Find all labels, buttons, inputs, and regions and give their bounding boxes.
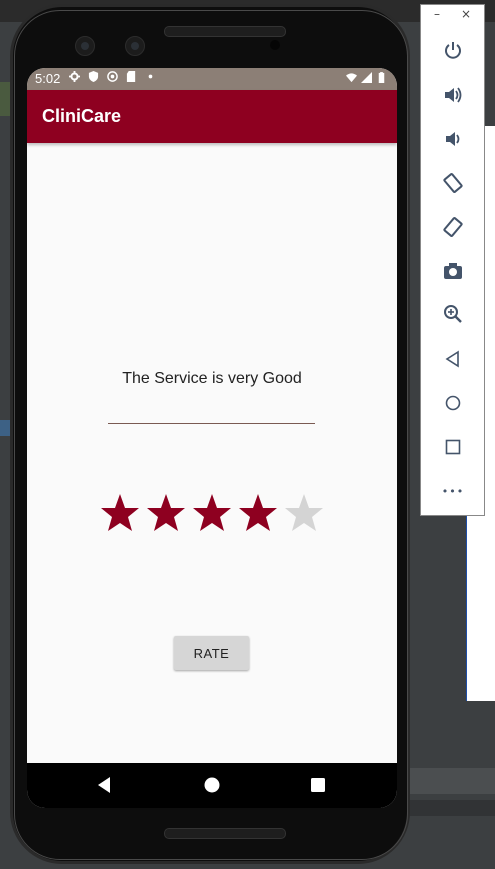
sync-icon [107, 71, 118, 82]
status-time: 5:02 [35, 71, 61, 86]
status-bar: 5:02 [27, 68, 397, 90]
wifi-icon [346, 73, 357, 83]
emu-back-button[interactable] [441, 347, 465, 371]
zoom-icon [444, 305, 462, 323]
volume-down-button[interactable] [441, 127, 465, 151]
emu-home-button[interactable] [441, 391, 465, 415]
proximity-sensor [270, 40, 280, 50]
home-icon[interactable] [203, 776, 221, 794]
star-rating-bar[interactable] [100, 493, 324, 533]
star-empty-icon[interactable] [284, 493, 324, 533]
ide-left-marker-green [0, 82, 10, 116]
back-icon [445, 350, 459, 368]
recents-icon[interactable] [310, 776, 326, 794]
emu-overview-button[interactable] [441, 435, 465, 459]
front-camera [75, 36, 95, 56]
home-icon [445, 395, 461, 411]
star-filled-icon[interactable] [238, 493, 278, 533]
zoom-button[interactable] [441, 302, 465, 326]
feedback-input-underline[interactable] [108, 423, 315, 424]
rotate-left-icon [443, 173, 463, 193]
earpiece-speaker [164, 26, 286, 37]
screenshot-button[interactable] [441, 259, 465, 283]
volume-down-icon [446, 132, 460, 146]
power-icon [445, 42, 461, 59]
overview-icon [445, 439, 461, 455]
emulator-toolbar: – × ••• [420, 4, 485, 516]
volume-up-icon [445, 87, 462, 103]
battery-icon [378, 72, 385, 83]
rate-button[interactable]: RATE [174, 636, 249, 670]
navigation-bar [27, 763, 397, 808]
star-filled-icon[interactable] [146, 493, 186, 533]
notification-dot-icon [148, 74, 153, 79]
minimize-button[interactable]: – [434, 7, 440, 21]
back-icon[interactable] [96, 776, 112, 794]
close-button[interactable]: × [461, 7, 471, 21]
rotate-right-icon [443, 217, 463, 237]
volume-up-button[interactable] [441, 83, 465, 107]
star-filled-icon[interactable] [192, 493, 232, 533]
rating-message: The Service is very Good [122, 370, 302, 387]
app-title: CliniCare [42, 106, 122, 126]
more-icon[interactable]: ••• [441, 479, 465, 503]
power-button[interactable] [441, 38, 465, 62]
rotate-left-button[interactable] [441, 171, 465, 195]
screenshot-icon [444, 263, 462, 279]
star-filled-icon[interactable] [100, 493, 140, 533]
settings-icon [69, 71, 80, 82]
shield-icon [88, 71, 99, 82]
ide-left-marker [0, 420, 10, 436]
sd-card-icon [126, 71, 136, 82]
phone-screen: 5:02 CliniCare The Service is very Good … [27, 68, 397, 808]
signal-icon [361, 72, 372, 83]
front-sensor [125, 36, 145, 56]
bottom-speaker [164, 828, 286, 839]
app-bar: CliniCare [27, 90, 397, 143]
rotate-right-button[interactable] [441, 215, 465, 239]
